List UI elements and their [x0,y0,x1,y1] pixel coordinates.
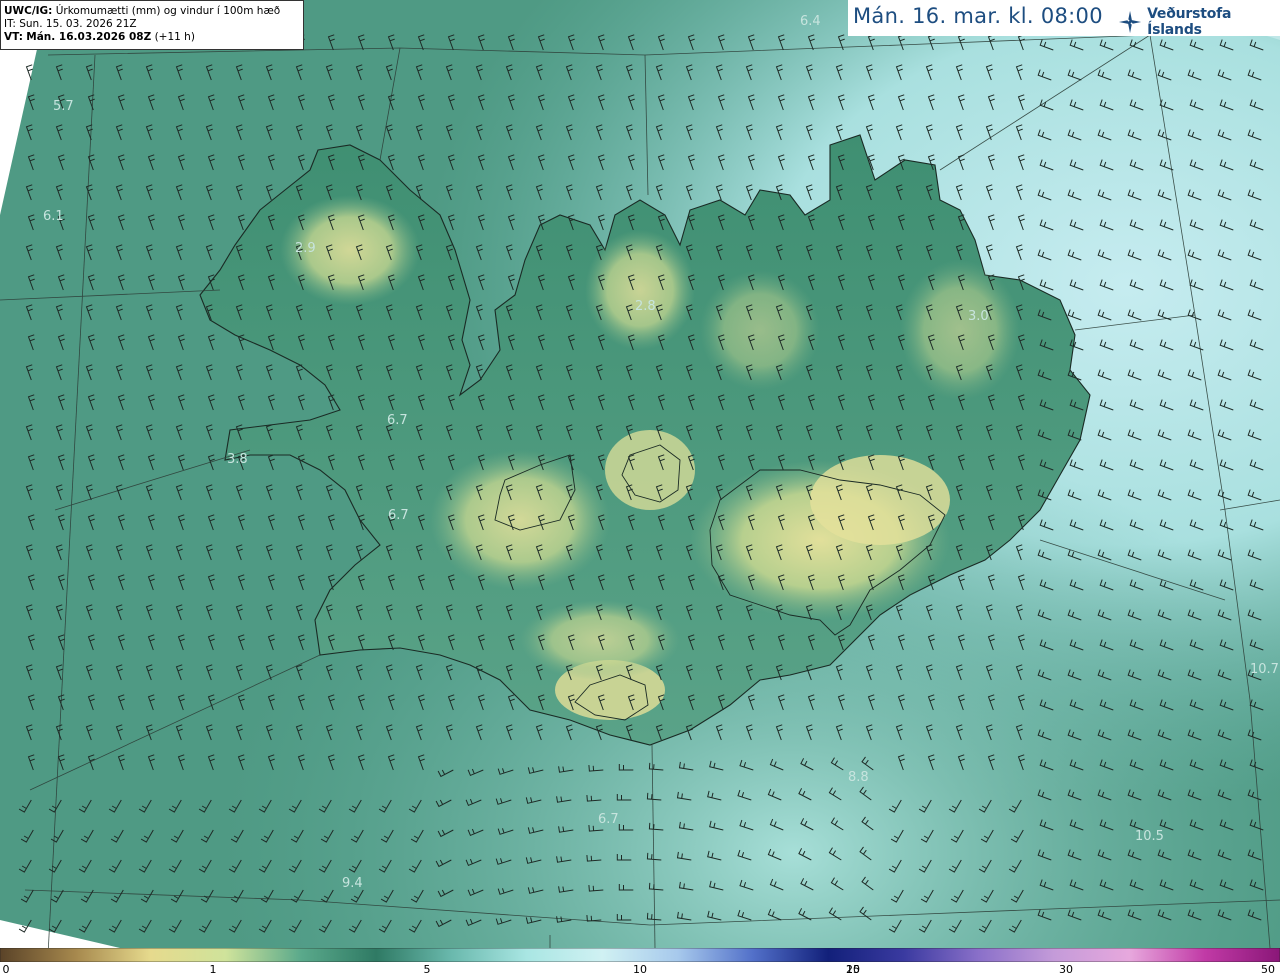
valid-prefix: VT: [4,31,23,43]
colorbar-tick: 30 [1059,963,1073,976]
map-value-label: 3.0 [968,309,989,324]
colorbar-tick: 20 [846,963,860,976]
brand-name: Veðurstofa Íslands [1147,6,1232,38]
precipitation-wind-map: 6.4 5.7 6.1 2.9 2.8 3.0 6.7 3.8 6.7 8.8 … [0,0,1280,956]
product-title: Úrkomumætti (mm) og vindur í 100m hæð [55,5,281,17]
precipitation-colorbar [0,948,1280,962]
colorbar-tick: 1 [209,963,217,976]
colorbar-tick: 5 [423,963,431,976]
colorbar-tick: 0 [2,963,10,976]
map-value-label: 2.9 [295,241,316,256]
colorbar-tick-labels: 0 1 5 10 15 20 30 50 [0,962,1280,978]
map-value-label: 6.7 [388,508,409,523]
brand-logo: Veðurstofa Íslands [1118,6,1280,38]
colorbar-tick: 50 [1261,963,1275,976]
lead-time: (+11 h) [154,31,195,43]
map-value-label: 10.7 [1250,662,1279,677]
colorbar-tick: 10 [633,963,647,976]
map-value-label: 6.7 [387,413,408,428]
map-value-label: 6.7 [598,812,619,827]
map-value-label: 9.4 [342,876,363,891]
map-value-label: 6.4 [800,14,821,29]
valid-time-label: Mán. 16. mar. kl. 08:00 [853,4,1103,28]
map-value-label: 6.1 [43,209,64,224]
time-header: Mán. 16. mar. kl. 08:00 Veðurstofa Íslan… [848,0,1280,38]
map-value-label: 10.5 [1135,829,1164,844]
map-value-label: 3.8 [227,452,248,467]
initial-time: IT: Sun. 15. 03. 2026 21Z [4,18,137,30]
vedurstofa-logo-icon [1118,10,1142,34]
map-value-label: 8.8 [848,770,869,785]
valid-time: Mán. 16.03.2026 08Z [26,31,152,43]
weather-map: 6.4 5.7 6.1 2.9 2.8 3.0 6.7 3.8 6.7 8.8 … [0,0,1280,978]
forecast-info-box: UWC/IG: Úrkomumætti (mm) og vindur í 100… [0,0,304,50]
model-code: UWC/IG: [4,5,53,17]
map-value-label: 5.7 [53,99,74,114]
map-value-label: 2.8 [635,299,656,314]
